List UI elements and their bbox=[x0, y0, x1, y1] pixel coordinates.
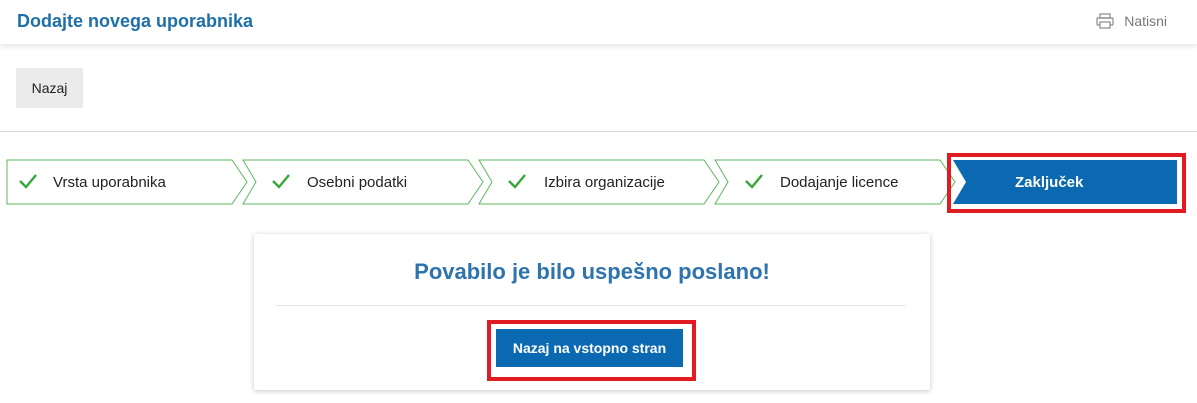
step-label-zakljucek[interactable]: Zaključek bbox=[1015, 174, 1083, 191]
success-message: Povabilo je bilo uspešno poslano! bbox=[414, 259, 770, 284]
step-label-osebni-podatki[interactable]: Osebni podatki bbox=[307, 174, 407, 191]
wizard-steps: Vrsta uporabnika Osebni podatki Izbira o… bbox=[0, 155, 1197, 211]
step-label-dodajanje-licence[interactable]: Dodajanje licence bbox=[780, 174, 898, 191]
checkmark-icon bbox=[272, 174, 290, 189]
divider bbox=[0, 131, 1197, 132]
checkmark-icon bbox=[745, 174, 763, 189]
step-label-vrsta-uporabnika[interactable]: Vrsta uporabnika bbox=[53, 174, 166, 191]
print-label: Natisni bbox=[1124, 13, 1167, 29]
page-header: Dodajte novega uporabnika Natisni bbox=[0, 0, 1197, 44]
result-card: Povabilo je bilo uspešno poslano! Nazaj … bbox=[254, 234, 930, 390]
back-to-home-button[interactable]: Nazaj na vstopno stran bbox=[496, 329, 683, 367]
checkmark-icon bbox=[19, 174, 37, 189]
page-title: Dodajte novega uporabnika bbox=[17, 11, 254, 31]
back-button[interactable]: Nazaj bbox=[16, 68, 83, 108]
step-label-izbira-organizacije[interactable]: Izbira organizacije bbox=[544, 174, 665, 191]
print-button[interactable]: Natisni bbox=[1096, 11, 1167, 31]
printer-icon bbox=[1096, 13, 1114, 29]
checkmark-icon bbox=[508, 174, 526, 189]
card-divider bbox=[276, 305, 906, 306]
